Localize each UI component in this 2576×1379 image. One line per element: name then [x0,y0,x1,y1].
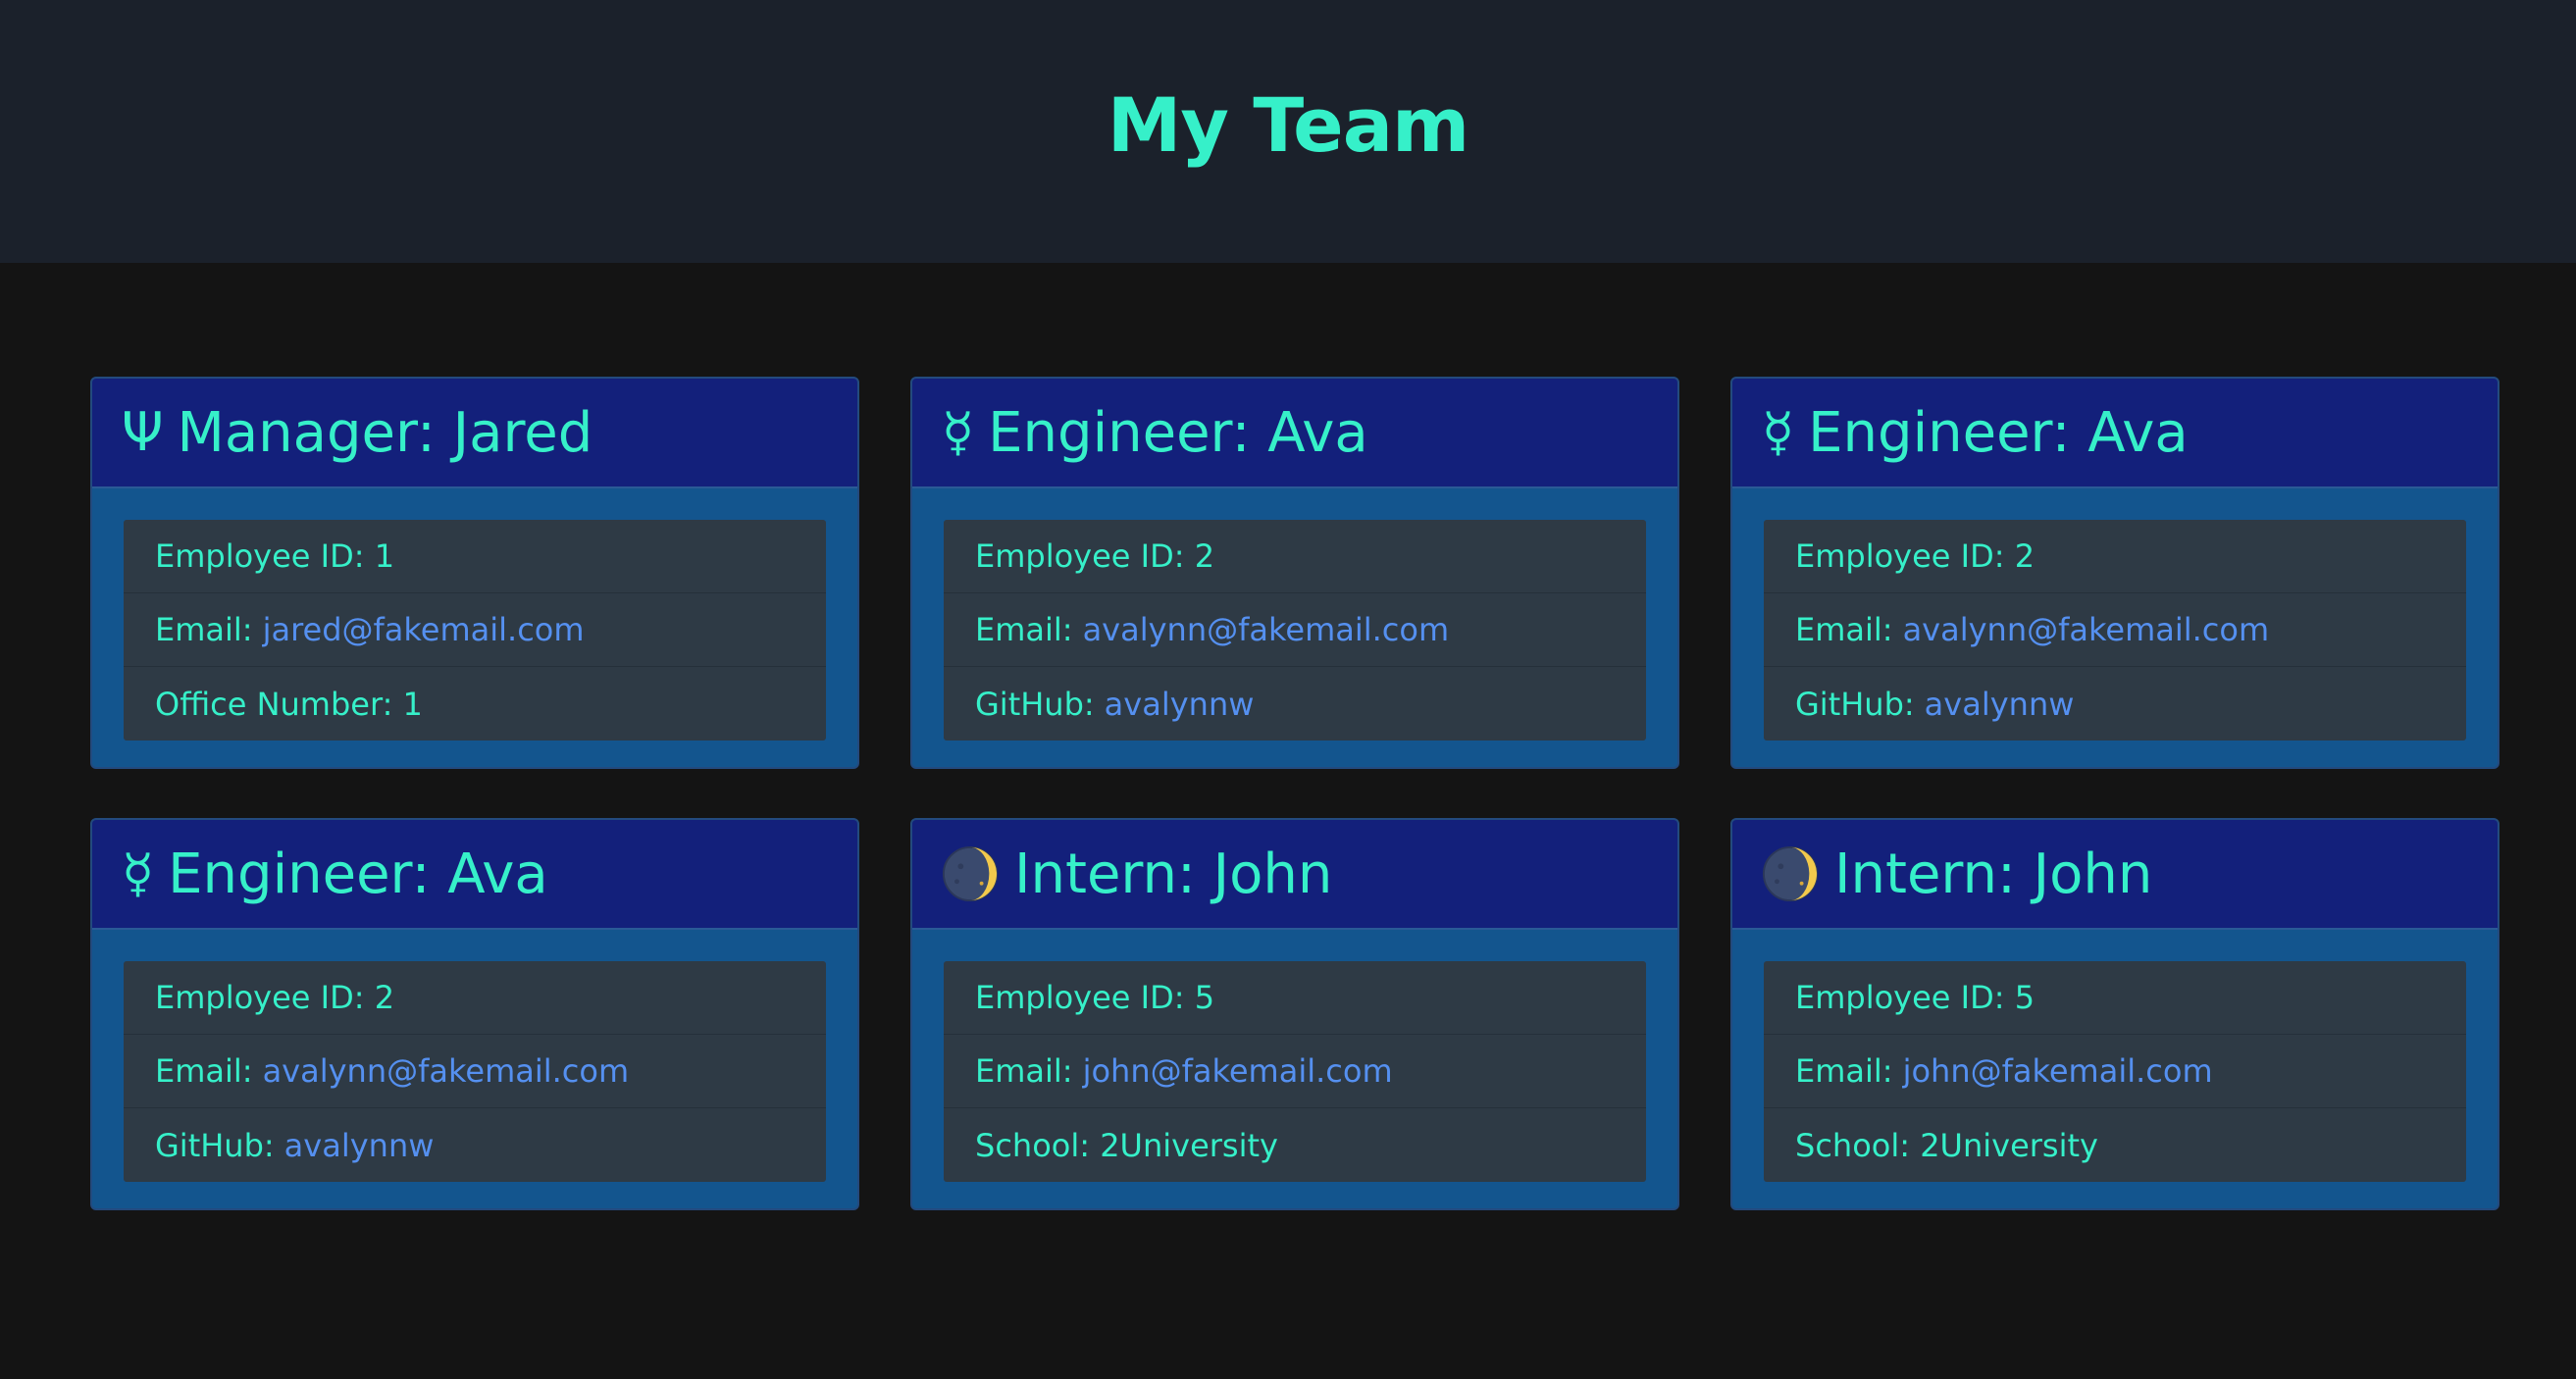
info-list: Employee ID: 5 Email: john@fakemail.com … [1764,961,2466,1182]
email-link[interactable]: avalynn@fakemail.com [263,1052,630,1090]
email-label: Email: [1795,1052,1893,1090]
employee-card: ☿ Engineer: Ava Employee ID: 2 Email: av… [90,818,859,1210]
employee-card: Ψ Manager: Jared Employee ID: 1 Email: j… [90,377,859,769]
info-list: Employee ID: 2 Email: avalynn@fakemail.c… [1764,520,2466,741]
list-item-email: Email: jared@fakemail.com [124,593,826,667]
employee-card: Intern: John Employee ID: 5 Email: john@… [1730,818,2499,1210]
github-label: GitHub: [975,685,1095,723]
card-title: Intern: John [1834,842,2153,906]
email-link[interactable]: avalynn@fakemail.com [1903,611,2270,648]
list-item-employee-id: Employee ID: 2 [944,520,1646,593]
employee-id-text: Employee ID: 2 [975,537,1215,575]
github-link[interactable]: avalynnw [1925,686,2075,723]
list-item-employee-id: Employee ID: 2 [1764,520,2466,593]
moon-icon [1762,845,1819,902]
school-text: School: 2University [975,1126,1278,1164]
card-title: Engineer: Ava [168,842,548,906]
email-label: Email: [155,611,253,648]
card-header: Intern: John [1732,820,2498,930]
card-body: Employee ID: 5 Email: john@fakemail.com … [912,930,1677,1208]
mercury-icon: ☿ [1762,401,1795,463]
email-link[interactable]: john@fakemail.com [1083,1052,1393,1090]
card-body: Employee ID: 2 Email: avalynn@fakemail.c… [1732,488,2498,767]
card-header: Intern: John [912,820,1677,930]
github-label: GitHub: [155,1126,275,1164]
employee-id-text: Employee ID: 2 [155,979,395,1016]
card-body: Employee ID: 5 Email: john@fakemail.com … [1732,930,2498,1208]
card-body: Employee ID: 2 Email: avalynn@fakemail.c… [912,488,1677,767]
card-title: Engineer: Ava [988,400,1368,465]
list-item-office-number: Office Number: 1 [124,667,826,741]
page-header: My Team [0,0,2576,263]
employee-card: ☿ Engineer: Ava Employee ID: 2 Email: av… [910,377,1679,769]
list-item-github: GitHub: avalynnw [944,667,1646,741]
school-text: School: 2University [1795,1126,2098,1164]
list-item-email: Email: avalynn@fakemail.com [1764,593,2466,667]
github-link[interactable]: avalynnw [1105,686,1255,723]
list-item-employee-id: Employee ID: 1 [124,520,826,593]
card-header: Ψ Manager: Jared [92,379,857,488]
page-title: My Team [1107,80,1469,169]
list-item-employee-id: Employee ID: 5 [944,961,1646,1035]
card-body: Employee ID: 2 Email: avalynn@fakemail.c… [92,930,857,1208]
employee-id-text: Employee ID: 2 [1795,537,2035,575]
card-header: ☿ Engineer: Ava [92,820,857,930]
email-label: Email: [155,1052,253,1090]
github-link[interactable]: avalynnw [284,1127,435,1164]
info-list: Employee ID: 5 Email: john@fakemail.com … [944,961,1646,1182]
list-item-github: GitHub: avalynnw [124,1108,826,1182]
card-title: Manager: Jared [177,400,593,465]
email-label: Email: [975,611,1073,648]
office-number-text: Office Number: 1 [155,685,423,723]
email-link[interactable]: avalynn@fakemail.com [1083,611,1450,648]
email-link[interactable]: jared@fakemail.com [263,611,585,648]
employee-card: Intern: John Employee ID: 5 Email: john@… [910,818,1679,1210]
email-link[interactable]: john@fakemail.com [1903,1052,2213,1090]
employee-id-text: Employee ID: 5 [1795,979,2035,1016]
email-label: Email: [1795,611,1893,648]
mercury-icon: ☿ [942,401,975,463]
employee-card: ☿ Engineer: Ava Employee ID: 2 Email: av… [1730,377,2499,769]
list-item-employee-id: Employee ID: 5 [1764,961,2466,1035]
team-grid: Ψ Manager: Jared Employee ID: 1 Email: j… [90,377,2499,1210]
card-header: ☿ Engineer: Ava [1732,379,2498,488]
list-item-school: School: 2University [1764,1108,2466,1182]
list-item-email: Email: avalynn@fakemail.com [944,593,1646,667]
employee-id-text: Employee ID: 1 [155,537,395,575]
card-title: Intern: John [1014,842,1333,906]
list-item-employee-id: Employee ID: 2 [124,961,826,1035]
github-label: GitHub: [1795,685,1915,723]
list-item-github: GitHub: avalynnw [1764,667,2466,741]
trident-icon: Ψ [122,401,164,463]
list-item-email: Email: john@fakemail.com [944,1035,1646,1108]
info-list: Employee ID: 1 Email: jared@fakemail.com… [124,520,826,741]
employee-id-text: Employee ID: 5 [975,979,1215,1016]
list-item-email: Email: john@fakemail.com [1764,1035,2466,1108]
list-item-email: Email: avalynn@fakemail.com [124,1035,826,1108]
info-list: Employee ID: 2 Email: avalynn@fakemail.c… [944,520,1646,741]
card-body: Employee ID: 1 Email: jared@fakemail.com… [92,488,857,767]
list-item-school: School: 2University [944,1108,1646,1182]
info-list: Employee ID: 2 Email: avalynn@fakemail.c… [124,961,826,1182]
moon-icon [942,845,999,902]
card-header: ☿ Engineer: Ava [912,379,1677,488]
mercury-icon: ☿ [122,843,155,904]
card-title: Engineer: Ava [1808,400,2189,465]
email-label: Email: [975,1052,1073,1090]
